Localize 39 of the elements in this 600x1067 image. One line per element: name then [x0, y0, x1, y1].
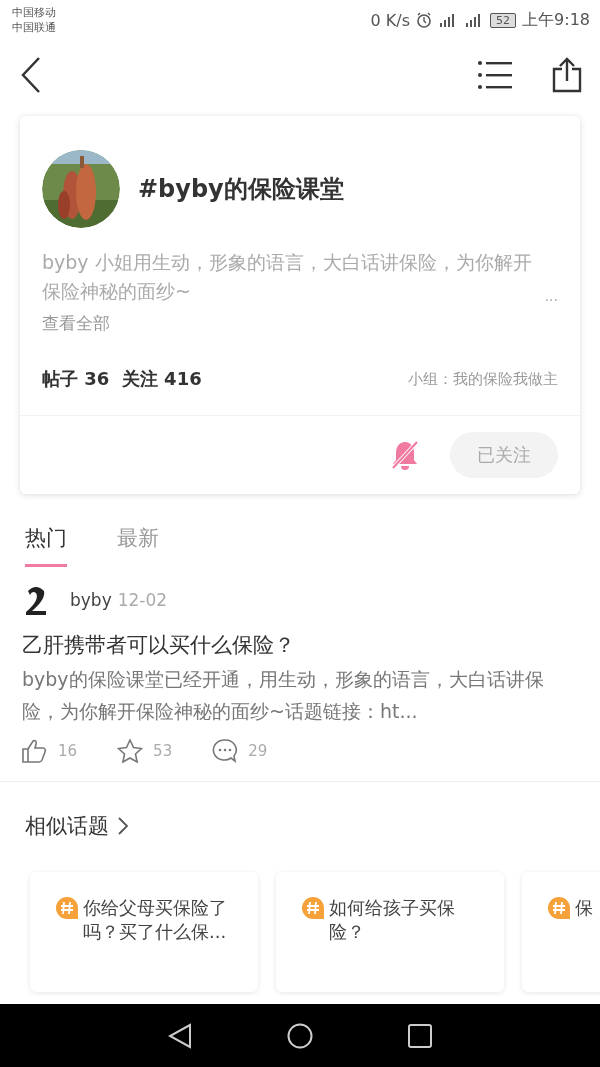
- network-speed: 0 K/s: [370, 10, 411, 30]
- back-icon[interactable]: [168, 1022, 192, 1049]
- topic-name: 保: [575, 896, 593, 920]
- topic-card[interactable]: 你给父母买保险了吗？买了什么保...: [30, 872, 258, 992]
- thumbs-up-icon[interactable]: [22, 739, 48, 763]
- post-excerpt: byby的保险课堂已经开通，用生动，形象的语言，大白话讲保险，为你解开保险神秘的面纱~话题链接：ht...: [22, 667, 545, 724]
- hashtag-icon: [548, 897, 570, 919]
- post-date: 12-02: [117, 590, 168, 610]
- comment-count: 29: [248, 742, 268, 760]
- carrier-name: 中国移动: [12, 5, 56, 20]
- topic-stats: 帖子 36 关注 416: [42, 367, 202, 391]
- topic-title: #byby的保险课堂: [138, 174, 344, 205]
- chevron-right-icon[interactable]: [117, 816, 129, 836]
- hashtag-icon: [56, 897, 78, 919]
- back-icon[interactable]: [20, 56, 42, 94]
- similar-topics-link[interactable]: 相似话题: [25, 812, 109, 840]
- alarm-clock-icon: [416, 12, 433, 28]
- topic-card[interactable]: 如何给孩子买保险？: [276, 872, 504, 992]
- topic-name: 如何给孩子买保险？: [329, 896, 456, 944]
- star-icon[interactable]: [117, 739, 144, 763]
- tab[interactable]: 热门: [25, 516, 67, 567]
- menu-icon[interactable]: [478, 60, 512, 90]
- bell-icon[interactable]: [390, 439, 420, 471]
- carrier-name: 中国联通: [12, 20, 56, 35]
- clock-time: 上午9:18: [522, 9, 590, 31]
- topic-card[interactable]: 保: [522, 872, 600, 992]
- author-name[interactable]: byby: [70, 590, 112, 610]
- star-count: 53: [153, 742, 173, 760]
- topic-description: byby 小姐用生动，形象的语言，大白话讲保险，为你解开保险神秘的面纱~: [42, 250, 533, 304]
- home-icon[interactable]: [287, 1022, 313, 1049]
- battery-level: 52: [490, 12, 517, 28]
- more-indicator: ...: [544, 288, 558, 306]
- recent-apps-icon[interactable]: [408, 1023, 432, 1048]
- comment-icon[interactable]: [212, 739, 239, 763]
- topic-name: 你给父母买保险了吗？买了什么保...: [83, 896, 228, 944]
- hashtag-icon: [302, 897, 324, 919]
- post-title[interactable]: 乙肝携带者可以买什么保险？: [22, 631, 578, 659]
- share-icon[interactable]: [552, 57, 582, 93]
- like-count: 16: [58, 742, 78, 760]
